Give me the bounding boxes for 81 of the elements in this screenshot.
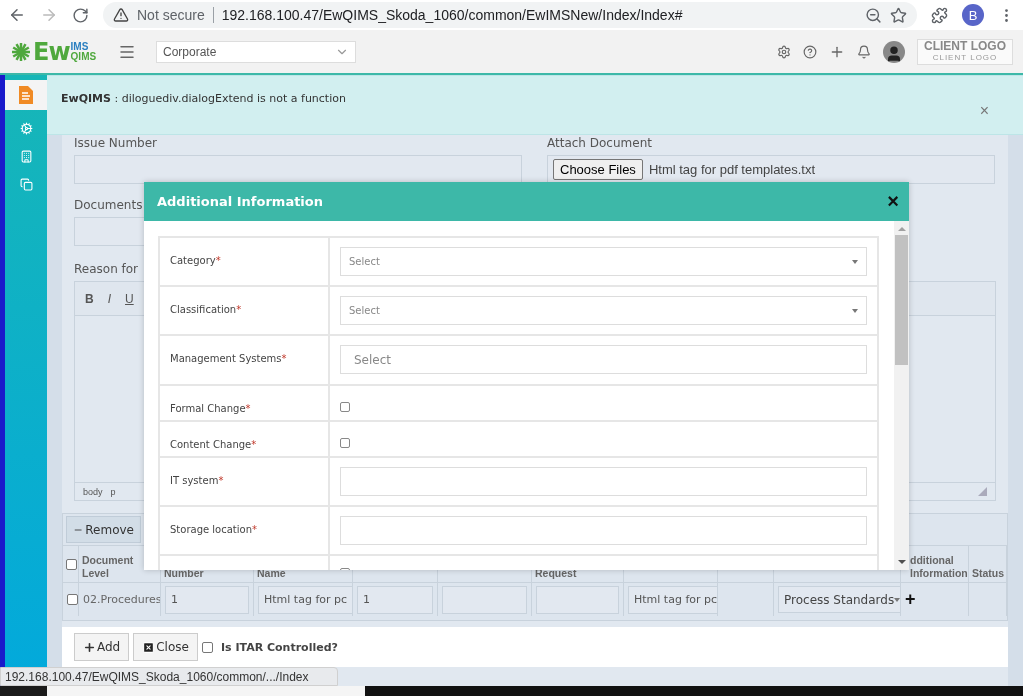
checkbox[interactable] <box>67 594 78 605</box>
add-button[interactable]: Add <box>74 633 130 661</box>
field-label: Attach Document <box>547 136 652 150</box>
file-field[interactable]: Choose Files Html tag for pdf templates.txt <box>547 155 995 184</box>
input-field[interactable]: 1 <box>357 585 433 614</box>
format-button[interactable]: B <box>85 291 94 306</box>
help-icon[interactable] <box>803 44 817 59</box>
address-bar[interactable]: Not secure 192.168.100.47/EwQIMS_Skoda_1060/common/EwIMSNew/Index/Index# <box>103 2 917 28</box>
field-label: Content Change* <box>170 439 257 450</box>
checkbox[interactable] <box>66 558 77 570</box>
choose-files-button[interactable]: Choose Files <box>553 159 643 180</box>
input-field[interactable] <box>442 585 527 614</box>
scrollbar[interactable] <box>894 221 909 570</box>
input-field[interactable]: 1 <box>165 585 249 614</box>
sidebar-item[interactable] <box>5 80 47 110</box>
star-icon[interactable] <box>890 6 907 24</box>
field-label: Storage location* <box>170 524 257 535</box>
column-header: dditional Information <box>910 554 968 580</box>
reload-icon[interactable] <box>72 6 89 24</box>
field-label: Reason for <box>74 262 139 276</box>
field-label: Classification* <box>170 304 242 315</box>
plus-icon <box>83 640 96 654</box>
caret-icon <box>894 597 900 602</box>
close-button[interactable]: Close <box>133 633 198 661</box>
zoom-out-icon[interactable] <box>865 6 882 24</box>
column-header: Request <box>535 567 577 580</box>
caret-icon <box>852 259 858 264</box>
remove-button[interactable]: Remove <box>66 516 141 543</box>
modal-title: Additional Information <box>157 194 323 209</box>
field-label: Formal Change* <box>170 403 251 414</box>
input-field[interactable]: Html tag for pc <box>628 585 717 614</box>
field-label: Category* <box>170 255 221 266</box>
path-tag[interactable]: body <box>83 486 103 497</box>
checkbox[interactable] <box>340 438 350 448</box>
client-logo: CLIENT LOGO CLIENT LOGO <box>917 38 1013 65</box>
path-tag[interactable]: p <box>110 486 116 497</box>
document-icon <box>17 85 35 105</box>
close-button[interactable]: × <box>887 190 899 213</box>
format-button[interactable]: U <box>125 291 134 306</box>
column-header: Name <box>257 567 286 580</box>
field-label: Issue Number <box>74 136 158 150</box>
add-button[interactable]: + <box>905 589 916 610</box>
select-field[interactable]: Select <box>340 247 867 276</box>
checkbox-label: Is ITAR Controlled? <box>220 640 338 654</box>
input-field[interactable] <box>340 516 867 545</box>
profile-avatar[interactable]: B <box>962 4 984 26</box>
input-field[interactable] <box>340 467 867 496</box>
security-label: Not secure <box>137 7 214 23</box>
alert-message: EwQIMS : diloguediv.dialogExtend is not a function <box>61 92 346 105</box>
user-avatar[interactable] <box>883 40 905 63</box>
format-button[interactable]: I <box>107 291 111 306</box>
checkbox[interactable] <box>340 402 350 412</box>
select-field[interactable]: Select <box>340 296 867 325</box>
back-icon[interactable] <box>8 6 26 24</box>
field-label: IT system* <box>170 475 224 486</box>
copy-icon <box>19 177 33 191</box>
column-header: Document Level <box>82 554 135 580</box>
input-field[interactable]: Html tag for pc <box>258 585 352 614</box>
bell-icon[interactable] <box>857 44 871 59</box>
column-header: Number <box>164 567 204 580</box>
close-icon <box>142 640 156 654</box>
field-label: Documents <box>74 198 143 212</box>
caret-icon <box>852 308 858 313</box>
select-field[interactable]: Process Standards <box>778 586 900 613</box>
site-select[interactable]: Corporate <box>156 40 356 63</box>
url-text: 192.168.100.47/EwQIMS_Skoda_1060/common/EwIMSNew/Index/Index# <box>221 7 684 23</box>
settings-icon[interactable] <box>777 44 791 59</box>
gears-icon <box>19 121 33 135</box>
field-label: Management Systems* <box>170 353 287 364</box>
select-field[interactable]: Select <box>340 345 867 374</box>
status-url-tooltip: 192.168.100.47/EwQIMS_Skoda_1060/common/.../Index <box>0 667 338 686</box>
input-field[interactable] <box>536 585 619 614</box>
column-header: Status <box>972 567 1005 580</box>
building-icon <box>19 149 33 163</box>
puzzle-icon[interactable] <box>931 6 948 24</box>
close-button[interactable]: × <box>979 102 1009 120</box>
resize-handle-icon[interactable] <box>978 487 987 496</box>
input-field[interactable] <box>74 155 522 184</box>
forward-icon[interactable] <box>40 6 58 24</box>
checkbox[interactable] <box>201 641 213 653</box>
warning-icon <box>113 7 129 23</box>
